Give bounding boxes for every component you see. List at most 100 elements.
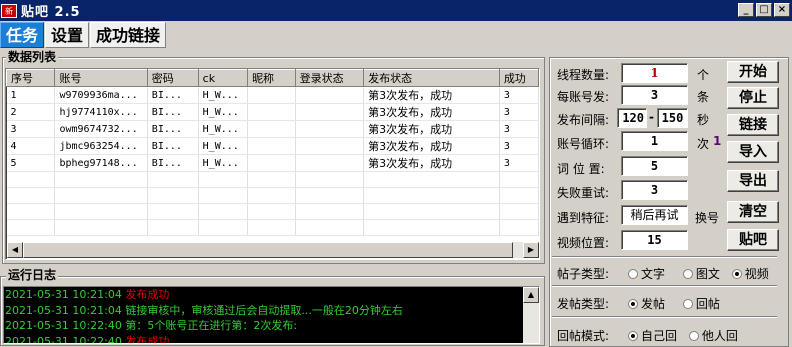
export-button[interactable]: 导出 — [727, 170, 779, 192]
empty-cell — [499, 203, 539, 220]
title-bar: 新吧 贴吧 2.5 _ □ × — [0, 0, 792, 21]
log-vertical-scrollbar[interactable]: ▲ — [523, 287, 539, 343]
column-header-nickname[interactable]: 昵称 — [247, 69, 296, 87]
empty-cell — [295, 171, 365, 188]
table-row[interactable]: 4 jbmc963254... BI... H_W... 第3次发布，成功 3 — [6, 137, 539, 155]
scroll-right-icon[interactable]: ▶ — [523, 242, 539, 258]
cell-publish-status: 第3次发布，成功 — [363, 154, 500, 172]
import-button[interactable]: 导入 — [727, 141, 779, 163]
window-title: 贴吧 2.5 — [21, 5, 81, 20]
cell-nickname — [247, 120, 296, 138]
clear-button[interactable]: 清空 — [727, 201, 779, 223]
link-button[interactable]: 链接 — [727, 114, 779, 136]
account-loop-label: 账号循环: — [557, 137, 610, 151]
cell-account: jbmc963254... — [54, 137, 148, 155]
table-row[interactable]: 2 hj9774110x... BI... H_W... 第3次发布，成功 3 — [6, 103, 539, 121]
cell-account: hj9774110x... — [54, 103, 148, 121]
log-label: 运行日志 — [6, 268, 59, 282]
log-time: 2021-05-31 10:22:40 — [5, 319, 122, 332]
divider — [552, 256, 777, 258]
post-button[interactable]: 贴吧 — [727, 229, 779, 251]
empty-cell — [247, 219, 296, 236]
empty-cell — [147, 187, 199, 204]
empty-cell — [54, 203, 148, 220]
radio-selected-icon — [731, 269, 742, 279]
close-button[interactable]: × — [774, 3, 790, 17]
empty-cell — [6, 219, 56, 236]
column-header-account[interactable]: 账号 — [54, 69, 148, 87]
account-loop-unit: 次 — [697, 137, 710, 151]
radio-self-reply[interactable]: 自己回 — [628, 329, 677, 343]
cell-account: w9709936ma... — [54, 86, 148, 104]
per-account-input[interactable]: 3 — [621, 85, 688, 105]
column-header-ck[interactable]: ck — [197, 69, 249, 87]
log-line: 2021-05-31 10:22:40 第：5个账号正在进行第：2次发布: — [5, 318, 539, 334]
cell-account: owm9674732... — [54, 120, 148, 138]
radio-icon — [682, 299, 693, 309]
table-row[interactable]: 3 owm9674732... BI... H_W... 第3次发布，成功 3 — [6, 120, 539, 138]
cell-publish-status: 第3次发布，成功 — [363, 86, 500, 104]
word-position-input[interactable]: 5 — [621, 156, 688, 176]
log-line: 2021-05-31 10:21:04 发布成功 — [5, 287, 539, 303]
empty-cell — [499, 219, 539, 236]
empty-cell — [363, 187, 500, 204]
empty-row — [6, 187, 539, 204]
scroll-left-icon[interactable]: ◀ — [7, 242, 23, 258]
log-time: 2021-05-31 10:21:04 — [5, 303, 122, 317]
radio-video[interactable]: 视频 — [731, 267, 769, 281]
cell-nickname — [247, 103, 296, 121]
cell-index: 1 — [6, 86, 56, 104]
tab-task[interactable]: 任务 — [0, 22, 45, 48]
empty-cell — [54, 187, 148, 204]
post-type-label: 帖子类型: — [557, 267, 610, 281]
minimize-button[interactable]: _ — [738, 3, 754, 17]
cell-index: 2 — [6, 103, 56, 121]
radio-image-text[interactable]: 图文 — [682, 267, 720, 281]
video-position-input[interactable]: 15 — [621, 230, 688, 250]
stop-button[interactable]: 停止 — [727, 87, 779, 109]
radio-selected-icon — [628, 299, 638, 309]
empty-cell — [198, 203, 249, 220]
thread-count-unit: 个 — [697, 68, 710, 82]
empty-row — [6, 171, 539, 188]
fail-retry-input[interactable]: 3 — [621, 180, 688, 200]
cell-ck: H_W... — [198, 137, 249, 155]
on-feature-input[interactable]: 稍后再试 — [621, 205, 688, 225]
horizontal-scrollbar[interactable]: ◀ ▶ — [7, 242, 539, 258]
cell-publish-status: 第3次发布，成功 — [363, 103, 500, 121]
column-header-success[interactable]: 成功 — [498, 69, 539, 87]
scroll-up-icon[interactable]: ▲ — [523, 287, 539, 303]
interval-min-input[interactable]: 120 — [617, 108, 647, 128]
tab-settings[interactable]: 设置 — [45, 22, 90, 48]
table-row[interactable]: 5 bpheg97148... BI... H_W... 第3次发布，成功 3 — [6, 154, 539, 172]
radio-text[interactable]: 文字 — [628, 267, 665, 281]
column-header-publish-status[interactable]: 发布状态 — [363, 69, 500, 87]
radio-other-reply[interactable]: 他人回 — [688, 329, 738, 343]
column-header-password[interactable]: 密码 — [146, 69, 199, 87]
cell-success: 3 — [499, 86, 539, 104]
tab-success-links[interactable]: 成功链接 — [90, 22, 167, 48]
column-header-login-status[interactable]: 登录状态 — [294, 69, 365, 87]
thread-count-input[interactable]: 1 — [621, 63, 688, 83]
table-row[interactable]: 1 w9709936ma... BI... H_W... 第3次发布，成功 3 — [6, 86, 539, 104]
per-account-label: 每账号发: — [557, 90, 610, 104]
radio-reply[interactable]: 回帖 — [682, 297, 720, 311]
maximize-button[interactable]: □ — [756, 3, 772, 17]
log-message: 发布成功 — [125, 334, 170, 344]
account-loop-input[interactable]: 1 — [621, 131, 688, 151]
interval-max-input[interactable]: 150 — [657, 108, 688, 128]
cell-password: BI... — [147, 154, 199, 172]
start-button[interactable]: 开始 — [727, 61, 779, 83]
cell-password: BI... — [147, 86, 199, 104]
scroll-thumb[interactable] — [23, 242, 513, 258]
on-feature-suffix: 换号 — [695, 211, 720, 225]
interval-dash: - — [649, 110, 654, 124]
radio-post[interactable]: 发帖 — [628, 297, 665, 311]
account-loop-indicator: 1 — [713, 134, 722, 148]
cell-ck: H_W... — [198, 103, 249, 121]
cell-success: 3 — [499, 120, 539, 138]
empty-cell — [247, 203, 296, 220]
empty-cell — [6, 171, 56, 188]
empty-cell — [363, 171, 500, 188]
column-header-index[interactable]: 序号 — [6, 69, 56, 87]
